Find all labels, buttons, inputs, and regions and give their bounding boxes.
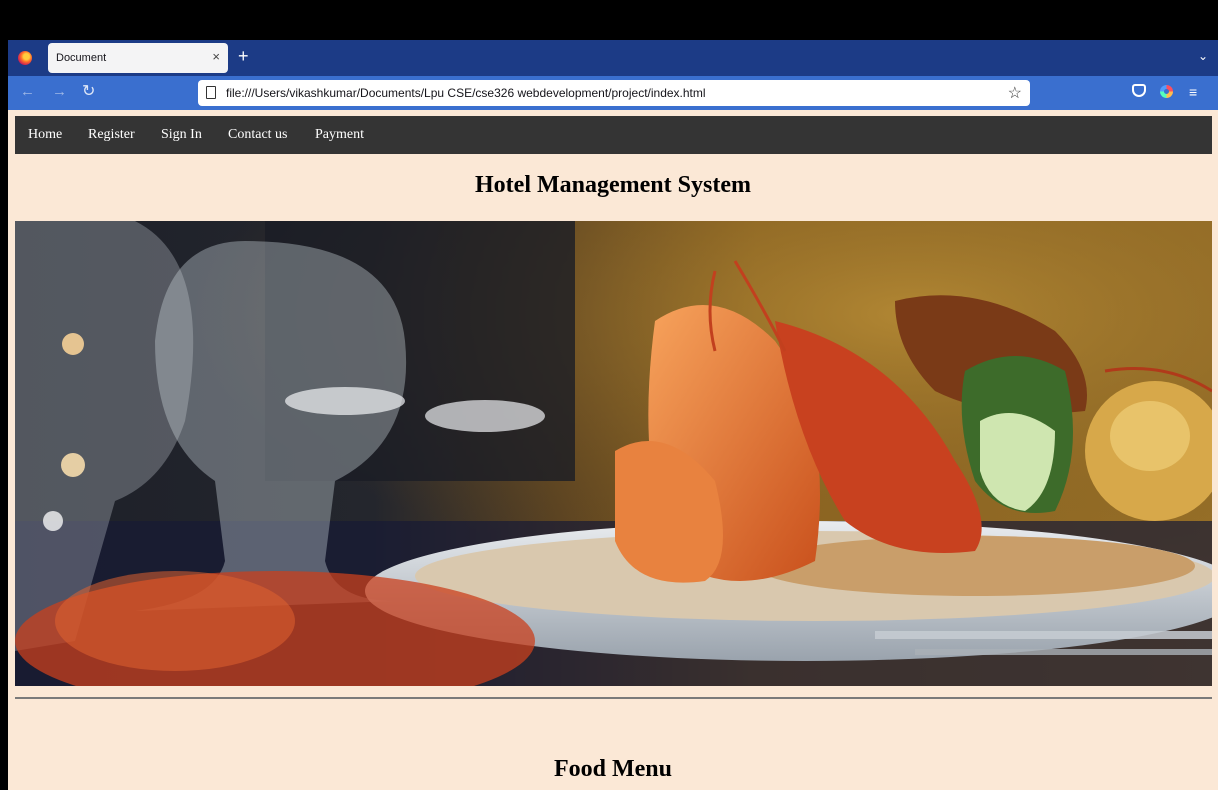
address-url[interactable]: file:///Users/vikashkumar/Documents/Lpu … <box>226 86 706 100</box>
reload-button[interactable]: ↻ <box>82 84 95 100</box>
page-icon <box>206 86 216 99</box>
nav-link-register[interactable]: Register <box>88 127 135 143</box>
nav-link-home[interactable]: Home <box>28 127 62 143</box>
app-menu-icon[interactable]: ≡ <box>1189 84 1197 100</box>
nav-link-contact-us[interactable]: Contact us <box>228 127 288 143</box>
nav-link-sign-in[interactable]: Sign In <box>161 127 202 143</box>
new-tab-button[interactable]: + <box>238 47 249 65</box>
screen-top-bar <box>0 0 1218 40</box>
nav-link-payment[interactable]: Payment <box>315 127 364 143</box>
browser-tab-strip: Document × + ⌄ <box>8 40 1218 76</box>
page-title: Hotel Management System <box>475 172 751 198</box>
bookmark-star-icon[interactable]: ☆ <box>1008 83 1022 103</box>
browser-tab[interactable]: Document × <box>48 43 228 73</box>
horizontal-divider <box>15 697 1212 699</box>
back-button[interactable]: ← <box>20 84 35 100</box>
pocket-icon[interactable] <box>1132 84 1146 97</box>
hero-food-image <box>15 221 1212 686</box>
browser-navigation-bar: ← → ↻ file:///Users/vikashkumar/Document… <box>8 76 1218 110</box>
forward-button[interactable]: → <box>52 84 67 100</box>
seafood-plate-illustration <box>15 221 1212 686</box>
address-bar[interactable]: file:///Users/vikashkumar/Documents/Lpu … <box>198 80 1030 106</box>
food-menu-heading: Food Menu <box>553 756 672 782</box>
extension-icon[interactable] <box>1160 85 1173 98</box>
firefox-logo-icon <box>18 51 32 65</box>
tab-title: Document <box>56 52 107 64</box>
site-navbar: Home Register Sign In Contact us Payment <box>15 116 1212 154</box>
list-tabs-chevron-icon[interactable]: ⌄ <box>1198 49 1208 63</box>
web-page: Home Register Sign In Contact us Payment… <box>8 110 1218 790</box>
close-tab-icon[interactable]: × <box>212 49 220 64</box>
